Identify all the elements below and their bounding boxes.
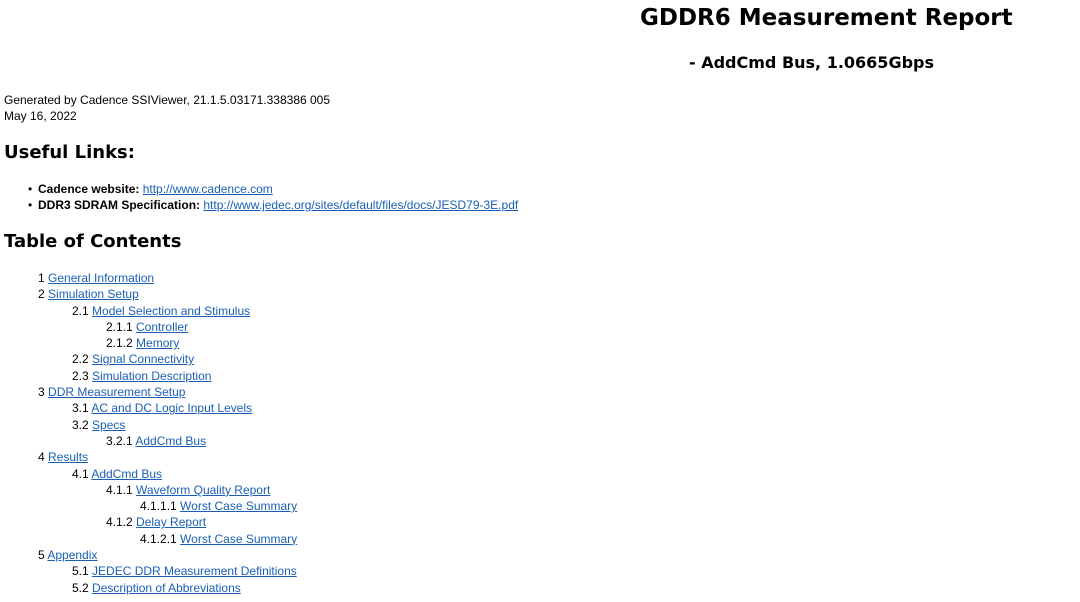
toc-number: 2.1.2 bbox=[106, 336, 133, 351]
useful-links-heading: Useful Links: bbox=[4, 142, 135, 163]
toc-item: 3.1 AC and DC Logic Input Levels bbox=[0, 400, 297, 416]
list-item: Cadence website: http://www.cadence.com bbox=[28, 181, 518, 197]
toc-item: 5 Appendix bbox=[0, 547, 297, 563]
toc-link[interactable]: JEDEC DDR Measurement Definitions bbox=[92, 564, 297, 578]
toc-number: 4.1.1.1 bbox=[140, 499, 177, 514]
toc-link[interactable]: AC and DC Logic Input Levels bbox=[91, 401, 252, 415]
toc-item: 2.2 Signal Connectivity bbox=[0, 351, 297, 367]
toc-number: 3 bbox=[38, 385, 45, 400]
toc-item: 5.2 Description of Abbreviations bbox=[0, 580, 297, 596]
toc-number: 4.1.2.1 bbox=[140, 531, 177, 546]
cadence-website-link[interactable]: http://www.cadence.com bbox=[143, 182, 273, 196]
report-date: May 16, 2022 bbox=[4, 109, 77, 123]
toc-item: 4.1.2.1 Worst Case Summary bbox=[0, 531, 297, 547]
toc-item: 2.3 Simulation Description bbox=[0, 368, 297, 384]
useful-links-list: Cadence website: http://www.cadence.com … bbox=[28, 181, 518, 213]
toc-number: 2 bbox=[38, 287, 45, 302]
link-label: Cadence website: bbox=[38, 182, 140, 196]
toc-item: 2 Simulation Setup bbox=[0, 286, 297, 302]
toc-item: 4.1.1.1 Worst Case Summary bbox=[0, 498, 297, 514]
toc-number: 2.1 bbox=[72, 303, 89, 318]
toc-item: 4.1 AddCmd Bus bbox=[0, 466, 297, 482]
toc-link[interactable]: Simulation Setup bbox=[48, 287, 139, 301]
toc-link[interactable]: AddCmd Bus bbox=[135, 434, 206, 448]
page-subtitle: - AddCmd Bus, 1.0665Gbps bbox=[689, 53, 934, 72]
table-of-contents: 1 General Information 2 Simulation Setup… bbox=[0, 270, 297, 596]
toc-number: 5.1 bbox=[72, 564, 89, 579]
toc-item: 1 General Information bbox=[0, 270, 297, 286]
toc-link[interactable]: Memory bbox=[136, 336, 179, 350]
generated-by-text: Generated by Cadence SSIViewer, 21.1.5.0… bbox=[4, 93, 331, 107]
toc-link[interactable]: AddCmd Bus bbox=[91, 467, 162, 481]
toc-number: 3.2 bbox=[72, 417, 89, 432]
toc-item: 2.1.1 Controller bbox=[0, 319, 297, 335]
toc-link[interactable]: Results bbox=[48, 450, 88, 464]
toc-item: 3.2.1 AddCmd Bus bbox=[0, 433, 297, 449]
toc-number: 2.1.1 bbox=[106, 319, 133, 334]
toc-link[interactable]: Worst Case Summary bbox=[180, 532, 297, 546]
toc-number: 5.2 bbox=[72, 580, 89, 595]
toc-item: 4.1.1 Waveform Quality Report bbox=[0, 482, 297, 498]
toc-number: 2.2 bbox=[72, 352, 89, 367]
toc-item: 4 Results bbox=[0, 449, 297, 465]
list-item: DDR3 SDRAM Specification: http://www.jed… bbox=[28, 197, 518, 213]
generation-info: Generated by Cadence SSIViewer, 21.1.5.0… bbox=[4, 92, 330, 124]
toc-number: 3.2.1 bbox=[106, 433, 133, 448]
page-title: GDDR6 Measurement Report bbox=[640, 5, 1013, 31]
toc-link[interactable]: Waveform Quality Report bbox=[136, 483, 270, 497]
link-label: DDR3 SDRAM Specification: bbox=[38, 198, 201, 212]
toc-link[interactable]: General Information bbox=[48, 271, 154, 285]
toc-item: 5.1 JEDEC DDR Measurement Definitions bbox=[0, 563, 297, 579]
toc-item: 4.1.2 Delay Report bbox=[0, 514, 297, 530]
toc-link[interactable]: DDR Measurement Setup bbox=[48, 385, 185, 399]
toc-number: 1 bbox=[38, 271, 45, 285]
toc-link[interactable]: Simulation Description bbox=[92, 369, 211, 383]
toc-number: 5 bbox=[38, 548, 45, 563]
toc-link[interactable]: Controller bbox=[136, 320, 188, 334]
toc-link[interactable]: Description of Abbreviations bbox=[92, 581, 241, 595]
toc-item: 2.1.2 Memory bbox=[0, 335, 297, 351]
ddr3-spec-link[interactable]: http://www.jedec.org/sites/default/files… bbox=[203, 198, 518, 212]
toc-number: 2.3 bbox=[72, 368, 89, 383]
toc-link[interactable]: Worst Case Summary bbox=[180, 499, 297, 513]
toc-link[interactable]: Delay Report bbox=[136, 515, 206, 529]
toc-number: 4.1.2 bbox=[106, 515, 133, 530]
toc-link[interactable]: Appendix bbox=[47, 548, 97, 562]
toc-item: 3 DDR Measurement Setup bbox=[0, 384, 297, 400]
toc-number: 3.1 bbox=[72, 401, 89, 416]
toc-number: 4.1.1 bbox=[106, 482, 133, 497]
toc-number: 4.1 bbox=[72, 466, 89, 481]
toc-item: 3.2 Specs bbox=[0, 417, 297, 433]
toc-link[interactable]: Signal Connectivity bbox=[92, 352, 194, 366]
toc-heading: Table of Contents bbox=[4, 231, 182, 252]
toc-link[interactable]: Model Selection and Stimulus bbox=[92, 304, 250, 318]
toc-item: 2.1 Model Selection and Stimulus bbox=[0, 303, 297, 319]
toc-link[interactable]: Specs bbox=[92, 418, 125, 432]
toc-number: 4 bbox=[38, 450, 45, 465]
